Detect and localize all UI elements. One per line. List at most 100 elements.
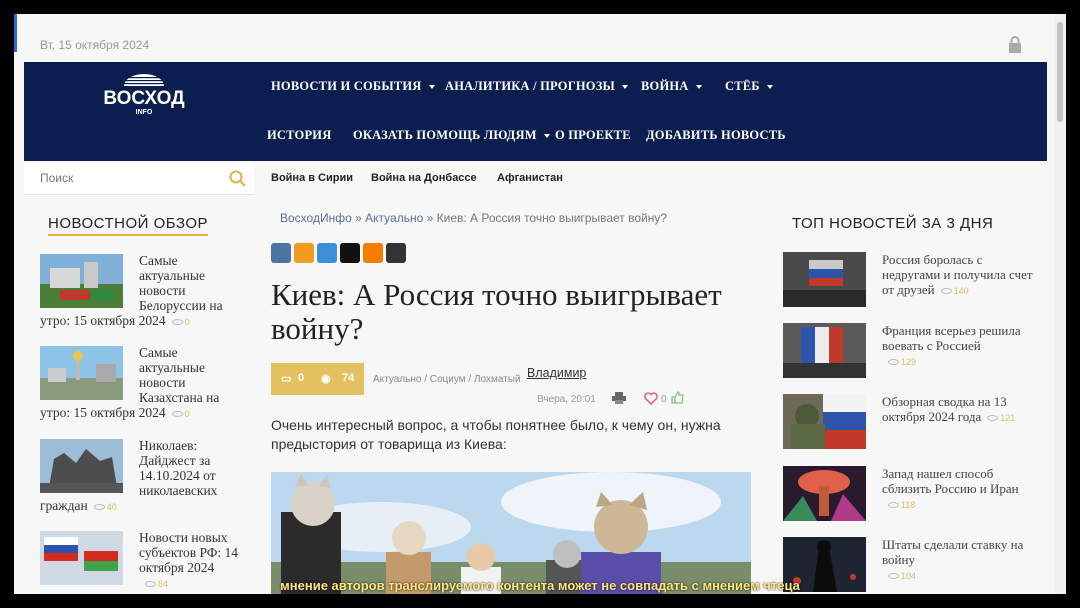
eye-icon: [93, 503, 105, 510]
article-intro: Очень интересный вопрос, а чтобы понятне…: [271, 417, 721, 452]
search-icon[interactable]: [228, 169, 248, 189]
menu-help-people[interactable]: ОКАЗАТЬ ПОМОЩЬ ЛЮДЯМ: [353, 128, 550, 143]
caret-down-icon: [695, 85, 702, 90]
breadcrumb-current: Киев: А Россия точно выигрывает войну?: [436, 211, 668, 225]
news-title: Франция всерьез решила воевать с Россией: [882, 323, 1021, 353]
tag-donbass[interactable]: Война на Донбассе: [371, 172, 477, 184]
print-icon[interactable]: [612, 392, 626, 404]
menu-label: ОКАЗАТЬ ПОМОЩЬ ЛЮДЯМ: [353, 128, 537, 142]
lock-icon[interactable]: [1008, 36, 1022, 54]
view-count: 0: [184, 409, 190, 419]
tag-syria[interactable]: Война в Сирии: [271, 172, 353, 184]
view-count: 121: [1000, 413, 1016, 423]
view-count: 118: [901, 500, 916, 510]
search-placeholder: Поиск: [40, 171, 74, 185]
top-news-title: ТОП НОВОСТЕЙ ЗА 3 ДНЯ: [792, 215, 994, 232]
browser-page: Вт, 15 октября 2024 ВОСХОД INFO НОВОСТИ …: [14, 14, 1066, 594]
eye-icon: [888, 359, 899, 366]
view-count: 40: [106, 502, 117, 512]
breadcrumb: ВосходИнфо » Актуально » Киев: А Россия …: [280, 211, 667, 225]
menu-label: НОВОСТИ И СОБЫТИЯ: [271, 79, 422, 93]
article-categories[interactable]: Актуально / Социум / Лохматый: [373, 374, 521, 385]
tag-afghanistan[interactable]: Афганистан: [497, 172, 563, 184]
caret-down-icon: [543, 134, 550, 139]
caret-down-icon: [428, 85, 435, 90]
list-item[interactable]: Николаев: Дайджест за 14.10.2024 от нико…: [40, 438, 240, 513]
heart-icon[interactable]: [644, 392, 658, 405]
view-count: 140: [953, 286, 969, 296]
news-title-block: Россия боролась с недругами и получила с…: [882, 252, 1042, 297]
news-title: Новости новых субъектов РФ: 14 октября 2…: [139, 530, 239, 575]
menu-news-events[interactable]: НОВОСТИ И СОБЫТИЯ: [271, 79, 435, 94]
search-field[interactable]: Поиск: [24, 163, 254, 195]
menu-history[interactable]: ИСТОРИЯ: [267, 128, 331, 143]
breadcrumb-separator: »: [355, 211, 362, 225]
news-review-title: НОВОСТНОЙ ОБЗОР: [48, 215, 209, 236]
blogger-share-icon[interactable]: [363, 243, 383, 263]
menu-steb[interactable]: СТЁБ: [725, 79, 773, 94]
article-stats: ▭ 0 ◉ 74: [271, 363, 364, 395]
vk-share-icon[interactable]: [271, 243, 291, 263]
news-thumbnail[interactable]: [783, 394, 866, 449]
menu-about[interactable]: О ПРОЕКТЕ: [555, 128, 631, 143]
eye-icon: [940, 288, 952, 295]
view-count: 0: [184, 317, 190, 327]
news-thumbnail[interactable]: [40, 531, 123, 585]
like-count: 0: [661, 394, 667, 405]
eye-icon: [987, 415, 999, 422]
x-share-icon[interactable]: [340, 243, 360, 263]
news-thumbnail[interactable]: [40, 439, 123, 493]
view-count: 129: [901, 357, 917, 367]
comment-count: 0: [298, 372, 305, 384]
video-subtitle: мнение авторов транслируемого контента м…: [280, 578, 800, 593]
menu-label: ВОЙНА: [641, 79, 689, 93]
menu-war[interactable]: ВОЙНА: [641, 79, 702, 94]
menu-label: АНАЛИТИКА / ПРОГНОЗЫ: [445, 79, 615, 93]
share-buttons: [271, 243, 409, 263]
scrollbar-thumb[interactable]: [1057, 22, 1063, 122]
mailru-share-icon[interactable]: [317, 243, 337, 263]
breadcrumb-home[interactable]: ВосходИнфо: [280, 211, 352, 225]
view-count: 74: [342, 372, 355, 384]
eye-icon: [171, 318, 183, 325]
main-navigation: ВОСХОД INFO НОВОСТИ И СОБЫТИЯ АНАЛИТИКА …: [24, 62, 1047, 161]
list-item[interactable]: Самые актуальные новости Казахстана на у…: [40, 345, 240, 420]
publish-time: Вчера, 20:01: [537, 394, 596, 405]
news-thumbnail[interactable]: [40, 346, 123, 400]
eye-icon: [171, 410, 183, 417]
menu-analytics[interactable]: АНАЛИТИКА / ПРОГНОЗЫ: [445, 79, 628, 94]
news-title-block: Штаты сделали ставку на войну 104: [882, 537, 1042, 582]
menu-label: СТЁБ: [725, 79, 760, 93]
logo-name: ВОСХОД: [103, 88, 185, 109]
news-title-block: Обзорная сводка на 13 октября 2024 года 1…: [882, 394, 1042, 424]
menu-label: О ПРОЕКТЕ: [555, 128, 631, 142]
site-logo[interactable]: ВОСХОД INFO: [94, 68, 194, 128]
menu-label: ИСТОРИЯ: [267, 128, 332, 142]
menu-add-news[interactable]: ДОБАВИТЬ НОВОСТЬ: [646, 128, 786, 143]
list-item[interactable]: Самые актуальные новости Белоруссии на у…: [40, 253, 240, 328]
vertical-scrollbar[interactable]: [1054, 14, 1066, 594]
focus-indicator: [14, 14, 17, 52]
news-title-block: Франция всерьез решила воевать с Россией…: [882, 323, 1042, 368]
current-date: Вт, 15 октября 2024: [40, 38, 150, 52]
eye-icon: ◉: [321, 373, 331, 385]
menu-label: ДОБАВИТЬ НОВОСТЬ: [646, 128, 786, 142]
ok-share-icon[interactable]: [294, 243, 314, 263]
caret-down-icon: [621, 85, 628, 90]
article-hero-image: [271, 472, 751, 594]
logo-sub: INFO: [136, 109, 153, 116]
news-title-block: Запад нашел способ сблизить Россию и Ира…: [882, 466, 1042, 511]
author-link[interactable]: Владимир: [527, 366, 586, 380]
news-thumbnail[interactable]: [783, 466, 866, 521]
breadcrumb-category[interactable]: Актуально: [365, 211, 423, 225]
caret-down-icon: [766, 85, 773, 90]
news-thumbnail[interactable]: [783, 323, 866, 378]
comment-icon: ▭: [281, 373, 292, 385]
news-thumbnail[interactable]: [40, 254, 123, 308]
thumbs-up-icon[interactable]: [671, 391, 684, 404]
news-title: Штаты сделали ставку на войну: [882, 537, 1024, 567]
eye-icon: [888, 502, 899, 509]
news-thumbnail[interactable]: [783, 252, 866, 307]
news-title: Запад нашел способ сблизить Россию и Ира…: [882, 466, 1019, 496]
livejournal-share-icon[interactable]: [386, 243, 406, 263]
